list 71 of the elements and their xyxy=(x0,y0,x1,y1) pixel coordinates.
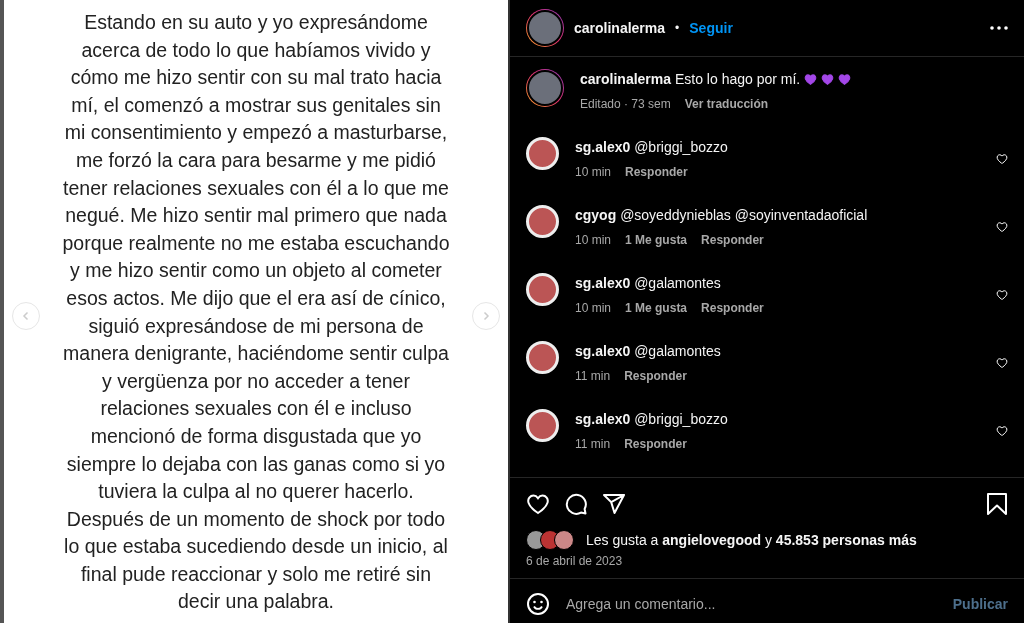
reply-link[interactable]: Responder xyxy=(701,233,764,247)
emoji-icon[interactable] xyxy=(526,592,550,616)
like-heart-icon[interactable] xyxy=(996,357,1008,369)
bookmark-icon[interactable] xyxy=(986,492,1008,516)
post-text-line: lo que estaba sucediendo desde un inicio, al xyxy=(64,534,448,560)
heart-emoji-icon[interactable] xyxy=(838,72,852,86)
post-text-line: mi consentimiento y empezó a masturbarse, xyxy=(64,120,448,146)
post-text-line: esos actos. Me dijo que el era así de cínico, xyxy=(66,285,446,311)
commenter-avatar[interactable] xyxy=(526,409,559,442)
publish-button[interactable]: Publicar xyxy=(952,596,1008,612)
post-text-line: negué. Me hizo sentir mal primero que nada xyxy=(65,203,447,229)
post-text-line: mí, el comenzó a mostrar sus genitales sin xyxy=(71,92,441,118)
reply-link[interactable]: Responder xyxy=(624,437,687,451)
comment-icon[interactable] xyxy=(564,492,588,516)
reply-link[interactable]: Responder xyxy=(624,369,687,383)
comment-time: 10 min xyxy=(575,165,612,179)
comment-text: sg.alex0 @galamontes xyxy=(575,343,722,359)
commenter-avatar[interactable] xyxy=(526,137,559,170)
post-text-line: siguió expresándose de mi persona de xyxy=(88,313,424,339)
comment-time: 11 min xyxy=(575,437,611,451)
like-heart-icon[interactable] xyxy=(996,153,1008,165)
comment-text: sg.alex0 @briggi_bozzo xyxy=(575,139,729,155)
more-options-icon[interactable] xyxy=(990,26,1008,30)
caption-text: carolinalerma Esto lo hago por mí. xyxy=(580,71,801,87)
post-text-line: acerca de todo lo que habíamos vivido y xyxy=(81,37,431,63)
liker-avatars xyxy=(526,530,574,550)
post-text-line: relaciones sexuales con él e incluso xyxy=(100,396,412,422)
comment-text: sg.alex0 @galamontes xyxy=(575,275,722,291)
separator-dot: • xyxy=(675,21,680,35)
post-text-line: Después de un momento de shock por todo xyxy=(66,506,446,532)
heart-emoji-icon[interactable] xyxy=(821,72,835,86)
post-text-line: siempre lo dejaba con las ganas como si yo xyxy=(66,451,446,477)
commenter-avatar[interactable] xyxy=(526,273,559,306)
post-text-line: y me hizo sentir como un objeto al cometer xyxy=(70,258,442,284)
caption-meta: Editado · 73 sem xyxy=(580,97,671,111)
comment-text: cgyog @soyeddynieblas @soyinventadaoficial xyxy=(575,207,869,223)
profile-avatar[interactable] xyxy=(526,9,564,47)
heart-emoji-icon[interactable] xyxy=(804,72,818,86)
follow-link[interactable]: Seguir xyxy=(689,20,733,36)
translate-link[interactable]: Ver traducción xyxy=(684,97,769,111)
post-text-line: mencionó de forma disgustada que yo xyxy=(90,423,422,449)
post-text-line: tuviera la culpa al no querer hacerlo. xyxy=(98,479,414,505)
post-text-line: porque realmente no me estaba escuchando xyxy=(62,230,450,256)
like-heart-icon[interactable] xyxy=(996,425,1008,437)
comment-text: sg.alex0 @briggi_bozzo xyxy=(575,411,729,427)
comment-likes-link[interactable]: 1 Me gusta xyxy=(625,301,688,315)
post-text-line: final pude reaccionar y solo me retiré sin xyxy=(80,561,432,587)
commenter-avatar[interactable] xyxy=(526,205,559,238)
profile-avatar[interactable] xyxy=(526,69,564,107)
like-heart-icon[interactable] xyxy=(996,289,1008,301)
post-text-line: y vergüenza por no acceder a tener xyxy=(102,368,410,394)
comment-time: 10 min xyxy=(575,301,612,315)
username-link[interactable]: carolinalerma xyxy=(574,20,666,36)
share-icon[interactable] xyxy=(602,492,626,516)
post-date: 6 de abril de 2023 xyxy=(526,554,624,568)
comment-input[interactable]: Agrega un comentario... xyxy=(564,595,939,613)
comment-time: 11 min xyxy=(575,369,611,383)
post-text-line: me forzó la cara para besarme y me pidió xyxy=(76,147,436,173)
post-text-line: cómo me hizo sentir con su mal trato hacia xyxy=(70,65,442,91)
post-text-line: Estando en su auto y yo expresándome xyxy=(84,10,428,35)
post-text-line: manera denigrante, haciéndome sentir culpa xyxy=(63,341,449,367)
post-text-line: decir una palabra. xyxy=(177,589,335,615)
likes-summary: Les gusta a angielovegood y 45.853 personas más xyxy=(586,532,917,548)
comment-time: 10 min xyxy=(575,233,612,247)
like-heart-icon[interactable] xyxy=(996,221,1008,233)
reply-link[interactable]: Responder xyxy=(625,165,688,179)
comment-likes-link[interactable]: 1 Me gusta xyxy=(625,233,688,247)
reply-link[interactable]: Responder xyxy=(701,301,764,315)
post-text-line: tener relaciones sexuales con él a lo que me xyxy=(63,175,449,201)
like-icon[interactable] xyxy=(526,492,550,516)
commenter-avatar[interactable] xyxy=(526,341,559,374)
